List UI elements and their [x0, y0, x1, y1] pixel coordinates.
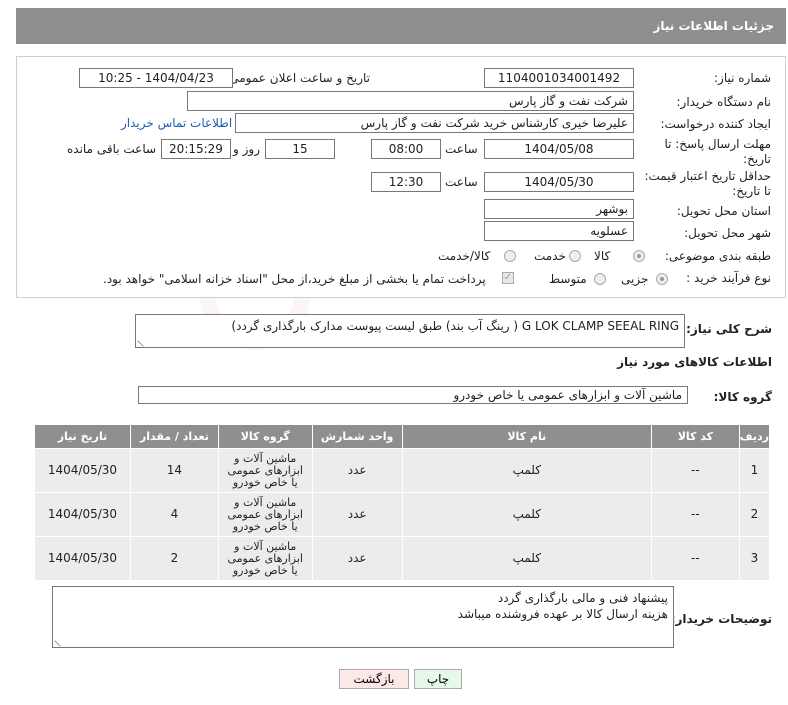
- category-radio-service[interactable]: [569, 250, 581, 262]
- cell-qty: 2: [129, 536, 219, 581]
- announce-date-field[interactable]: 1404/04/23 - 10:25: [79, 68, 233, 88]
- cell-row: 2: [738, 492, 771, 537]
- category-radio-goods-service[interactable]: [504, 250, 516, 262]
- table-row[interactable]: 1 -- کلمپ عدد ماشین آلات و ابزارهای عموم…: [34, 448, 771, 493]
- buyer-org-field[interactable]: شرکت نفت و گاز پارس: [187, 91, 634, 111]
- remaining-time-label: ساعت باقی مانده: [67, 142, 157, 156]
- cell-row: 3: [738, 536, 771, 581]
- description-label: شرح کلی نیاز:: [686, 322, 772, 336]
- category-option-service: خدمت: [534, 249, 566, 263]
- cell-group: ماشین آلات و ابزارهای عمومی یا خاص خودرو: [217, 448, 313, 493]
- province-field[interactable]: بوشهر: [484, 199, 634, 219]
- buyer-notes-label: توضیحات خریدار:: [670, 612, 772, 626]
- buyer-contact-link[interactable]: اطلاعات تماس خریدار: [121, 116, 232, 130]
- cell-unit: عدد: [311, 492, 403, 537]
- col-header-code: کد کالا: [650, 424, 740, 449]
- col-header-qty: تعداد / مقدار: [129, 424, 219, 449]
- process-option-minor: جزیی: [621, 272, 649, 286]
- description-textarea[interactable]: G LOK CLAMP SEEAL RING ( رینگ آب بند) طب…: [135, 314, 685, 348]
- table-row[interactable]: 2 -- کلمپ عدد ماشین آلات و ابزارهای عموم…: [34, 492, 771, 537]
- cell-unit: عدد: [311, 448, 403, 493]
- deadline-label-1: مهلت ارسال پاسخ: تا: [664, 137, 771, 151]
- process-label: نوع فرآیند خرید :: [686, 271, 771, 285]
- process-radio-minor[interactable]: [656, 273, 668, 285]
- need-details-panel: شماره نیاز: 1104001034001492 تاریخ و ساع…: [16, 56, 786, 298]
- deadline-label-2: تاریخ:: [743, 152, 771, 166]
- price-validity-time-label: ساعت: [445, 175, 478, 189]
- buyer-notes-line-2: هزینه ارسال کالا بر عهده فروشنده میباشد: [457, 607, 668, 621]
- goods-group-field[interactable]: ماشین آلات و ابزارهای عمومی یا خاص خودرو: [138, 386, 688, 404]
- creator-label: ایجاد کننده درخواست:: [660, 117, 771, 131]
- table-header-row: ردیف کد کالا نام کالا واحد شمارش گروه کا…: [34, 424, 771, 449]
- deadline-time-label: ساعت: [445, 142, 478, 156]
- remaining-time-field[interactable]: 20:15:29: [161, 139, 231, 159]
- cell-qty: 14: [129, 448, 219, 493]
- cell-qty: 4: [129, 492, 219, 537]
- city-label: شهر محل تحویل:: [684, 226, 771, 240]
- price-validity-time-field[interactable]: 12:30: [371, 172, 441, 192]
- page-title: جزئیات اطلاعات نیاز: [16, 8, 786, 44]
- table-row[interactable]: 3 -- کلمپ عدد ماشین آلات و ابزارهای عموم…: [34, 536, 771, 581]
- goods-group-label: گروه کالا:: [713, 390, 772, 404]
- deadline-date-field[interactable]: 1404/05/08: [484, 139, 634, 159]
- cell-name: کلمپ: [401, 536, 652, 581]
- cell-date: 1404/05/30: [34, 492, 131, 537]
- category-radio-goods[interactable]: [633, 250, 645, 262]
- price-validity-label-1: حداقل تاریخ اعتبار قیمت:: [644, 169, 771, 183]
- buyer-notes-textarea[interactable]: پیشنهاد فنی و مالی بارگذاری گردد هزینه ا…: [52, 586, 674, 648]
- cell-code: --: [650, 536, 740, 581]
- col-header-row: ردیف: [738, 424, 771, 449]
- price-validity-label-2: تا تاریخ:: [732, 184, 771, 198]
- resize-grip-icon[interactable]: [137, 335, 149, 347]
- cell-group: ماشین آلات و ابزارهای عمومی یا خاص خودرو: [217, 492, 313, 537]
- days-label: روز و: [233, 142, 260, 156]
- province-label: استان محل تحویل:: [676, 204, 771, 218]
- print-button[interactable]: چاپ: [414, 669, 462, 689]
- cell-code: --: [650, 492, 740, 537]
- category-option-goods: کالا: [594, 249, 611, 263]
- back-button[interactable]: بازگشت: [339, 669, 409, 689]
- payment-checkbox[interactable]: ✓: [502, 272, 514, 284]
- description-text: G LOK CLAMP SEEAL RING ( رینگ آب بند) طب…: [231, 319, 679, 333]
- col-header-unit: واحد شمارش: [311, 424, 403, 449]
- resize-grip-icon[interactable]: [54, 635, 66, 647]
- col-header-name: نام کالا: [401, 424, 652, 449]
- creator-field[interactable]: علیرضا خیری کارشناس خرید شرکت نفت و گاز …: [235, 113, 634, 133]
- cell-date: 1404/05/30: [34, 448, 131, 493]
- items-table: ردیف کد کالا نام کالا واحد شمارش گروه کا…: [34, 424, 771, 581]
- cell-code: --: [650, 448, 740, 493]
- price-validity-date-field[interactable]: 1404/05/30: [484, 172, 634, 192]
- goods-section-title: اطلاعات کالاهای مورد نیاز: [617, 355, 772, 369]
- category-label: طبقه بندی موضوعی:: [664, 249, 771, 263]
- city-field[interactable]: عسلویه: [484, 221, 634, 241]
- process-option-medium: متوسط: [549, 272, 587, 286]
- buyer-notes-line-1: پیشنهاد فنی و مالی بارگذاری گردد: [497, 591, 668, 605]
- cell-name: کلمپ: [401, 448, 652, 493]
- cell-name: کلمپ: [401, 492, 652, 537]
- need-number-field[interactable]: 1104001034001492: [484, 68, 634, 88]
- col-header-date: تاریخ نیاز: [34, 424, 131, 449]
- cell-row: 1: [738, 448, 771, 493]
- days-count-field[interactable]: 15: [265, 139, 335, 159]
- cell-unit: عدد: [311, 536, 403, 581]
- cell-group: ماشین آلات و ابزارهای عمومی یا خاص خودرو: [217, 536, 313, 581]
- cell-date: 1404/05/30: [34, 536, 131, 581]
- process-radio-medium[interactable]: [594, 273, 606, 285]
- buyer-org-label: نام دستگاه خریدار:: [676, 95, 772, 109]
- payment-note: پرداخت تمام یا بخشی از مبلغ خرید،از محل …: [103, 272, 486, 286]
- deadline-time-field[interactable]: 08:00: [371, 139, 441, 159]
- need-number-label: شماره نیاز:: [714, 71, 771, 85]
- col-header-group: گروه کالا: [217, 424, 313, 449]
- announce-date-label: تاریخ و ساعت اعلان عمومی:: [225, 71, 370, 85]
- category-option-goods-service: کالا/خدمت: [438, 249, 491, 263]
